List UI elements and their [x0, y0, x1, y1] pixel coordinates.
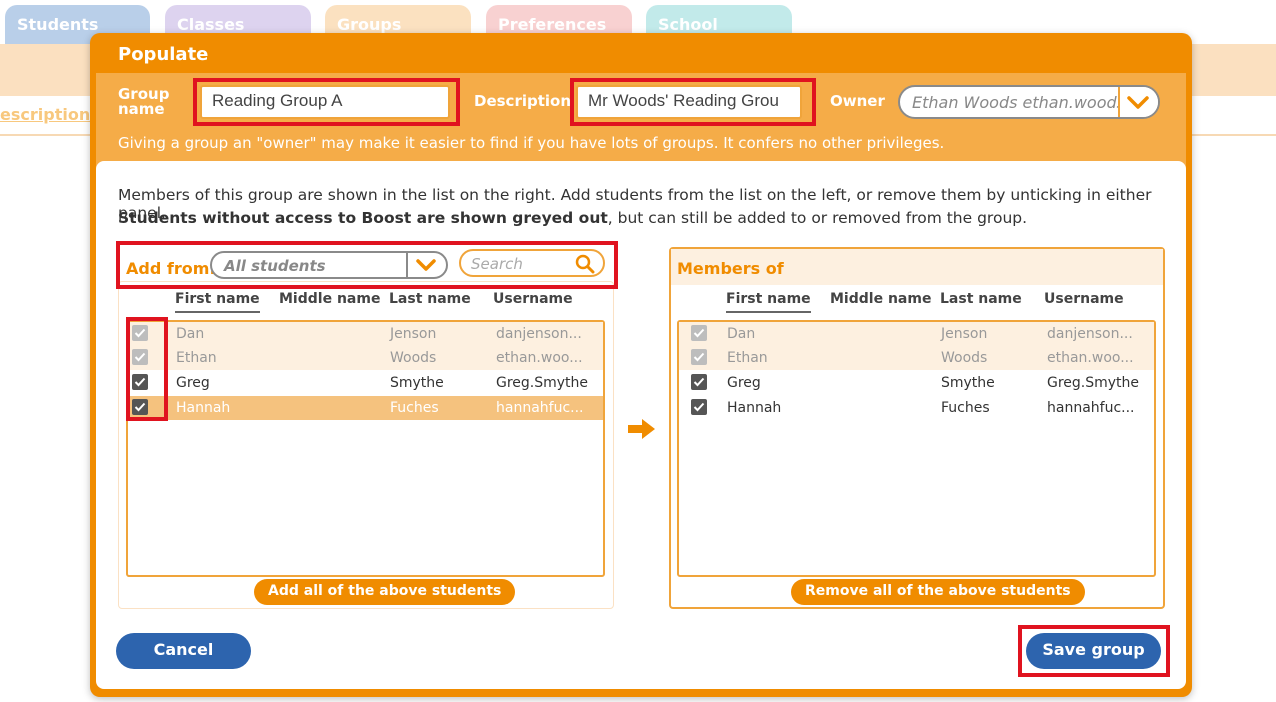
- members-title: Members of: [677, 259, 784, 278]
- group-name-label: Group name: [118, 85, 170, 118]
- table-row[interactable]: Ethan Woods ethan.woo...: [128, 346, 603, 370]
- first-name-cell: Hannah: [176, 400, 231, 416]
- source-select-value: All students: [224, 257, 326, 275]
- first-name-cell: Greg: [176, 375, 210, 391]
- save-group-button[interactable]: Save group: [1026, 633, 1161, 669]
- column-username[interactable]: Username: [493, 291, 573, 307]
- last-name-cell: Smythe: [941, 375, 995, 391]
- first-name-cell: Greg: [727, 375, 761, 391]
- table-row[interactable]: Ethan Woods ethan.woo...: [679, 346, 1154, 370]
- checkbox-checked-icon[interactable]: [691, 349, 707, 365]
- chevron-down-icon[interactable]: [1118, 87, 1158, 117]
- username-cell: danjenson...: [496, 326, 582, 342]
- first-name-cell: Dan: [727, 326, 756, 342]
- username-cell: ethan.woo...: [1047, 350, 1134, 366]
- checkbox-checked-icon[interactable]: [691, 399, 707, 415]
- owner-select[interactable]: Ethan Woods ethan.woods@: [898, 85, 1160, 119]
- checkbox-checked-icon[interactable]: [132, 325, 148, 341]
- group-name-input[interactable]: Reading Group A: [200, 85, 450, 119]
- first-name-cell: Ethan: [176, 350, 217, 366]
- description-label: Description: [474, 92, 572, 110]
- last-name-cell: Smythe: [390, 375, 444, 391]
- checkbox-checked-icon[interactable]: [132, 399, 148, 415]
- username-cell: Greg.Smythe: [1047, 375, 1140, 391]
- last-name-cell: Jenson: [390, 326, 437, 342]
- column-middle-name[interactable]: Middle name: [279, 291, 380, 307]
- last-name-cell: Jenson: [941, 326, 988, 342]
- column-first-name[interactable]: First name: [726, 291, 811, 313]
- column-middle-name[interactable]: Middle name: [830, 291, 931, 307]
- remove-all-button[interactable]: Remove all of the above students: [791, 579, 1085, 605]
- info-text-line2: Students without access to Boost are sho…: [118, 209, 1028, 227]
- checkbox-checked-icon[interactable]: [132, 374, 148, 390]
- checkbox-checked-icon[interactable]: [691, 374, 707, 390]
- checkbox-checked-icon[interactable]: [691, 325, 707, 341]
- table-row[interactable]: Dan Jenson danjenson...: [128, 322, 603, 346]
- search-placeholder: Search: [471, 255, 523, 273]
- table-row[interactable]: Greg Smythe Greg.Smythe: [128, 371, 603, 395]
- last-name-cell: Woods: [941, 350, 988, 366]
- source-student-list: Dan Jenson danjenson... Ethan Woods etha…: [126, 320, 605, 577]
- table-row[interactable]: Hannah Fuches hannahfuc...: [679, 396, 1154, 420]
- checkbox-checked-icon[interactable]: [132, 349, 148, 365]
- table-row[interactable]: Greg Smythe Greg.Smythe: [679, 371, 1154, 395]
- last-name-cell: Fuches: [390, 400, 439, 416]
- members-header: Members of: [671, 249, 1163, 285]
- last-name-cell: Woods: [390, 350, 437, 366]
- populate-modal: Populate Group name Reading Group A Desc…: [90, 33, 1192, 697]
- table-row[interactable]: Hannah Fuches hannahfuc...: [128, 396, 603, 420]
- add-from-label: Add from:: [126, 259, 216, 278]
- username-cell: ethan.woo...: [496, 350, 583, 366]
- search-icon[interactable]: [575, 254, 595, 274]
- table-row[interactable]: Dan Jenson danjenson...: [679, 322, 1154, 346]
- username-cell: hannahfuc...: [496, 400, 584, 416]
- column-username[interactable]: Username: [1044, 291, 1124, 307]
- first-name-cell: Ethan: [727, 350, 768, 366]
- last-name-cell: Fuches: [941, 400, 990, 416]
- username-cell: hannahfuc...: [1047, 400, 1135, 416]
- first-name-cell: Hannah: [727, 400, 782, 416]
- cancel-button[interactable]: Cancel: [116, 633, 251, 669]
- source-select[interactable]: All students: [210, 251, 448, 279]
- username-cell: danjenson...: [1047, 326, 1133, 342]
- column-last-name[interactable]: Last name: [389, 291, 471, 307]
- members-student-list: Dan Jenson danjenson... Ethan Woods etha…: [677, 320, 1156, 577]
- owner-value: Ethan Woods ethan.woods@: [912, 93, 1122, 112]
- owner-hint: Giving a group an "owner" may make it ea…: [118, 134, 945, 152]
- background-description-link[interactable]: escription: [0, 105, 90, 124]
- first-name-cell: Dan: [176, 326, 205, 342]
- username-cell: Greg.Smythe: [496, 375, 589, 391]
- add-all-button[interactable]: Add all of the above students: [254, 579, 516, 605]
- modal-title: Populate: [118, 44, 209, 65]
- arrow-right-icon: [628, 419, 656, 439]
- column-last-name[interactable]: Last name: [940, 291, 1022, 307]
- description-input[interactable]: Mr Woods' Reading Grou: [576, 85, 802, 119]
- owner-label: Owner: [830, 92, 885, 110]
- search-input[interactable]: Search: [459, 249, 605, 277]
- column-first-name[interactable]: First name: [175, 291, 260, 313]
- chevron-down-icon[interactable]: [406, 253, 446, 277]
